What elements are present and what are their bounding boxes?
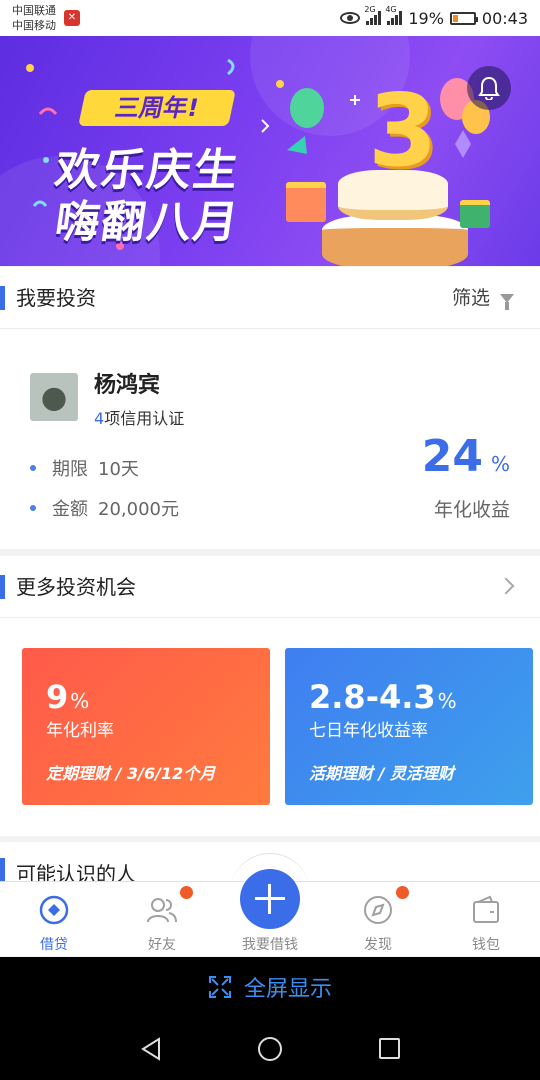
banner-headline-2: 嗨翻八月 bbox=[51, 197, 243, 248]
section-accent-bar bbox=[0, 858, 5, 882]
filter-label: 筛选 bbox=[451, 287, 490, 309]
clock: 00:43 bbox=[481, 8, 528, 28]
investment-card[interactable]: 杨鸿宾 4项信用认证 期限 10天 金额 20,000元 24% 年化收益 bbox=[0, 329, 540, 549]
cert-text: 项信用认证 bbox=[104, 409, 185, 428]
gift-box-icon bbox=[286, 182, 326, 222]
recent-apps-icon[interactable] bbox=[379, 1038, 400, 1059]
friends-icon bbox=[147, 898, 177, 923]
filter-icon bbox=[500, 293, 514, 310]
tab-wallet[interactable]: 钱包 bbox=[432, 882, 540, 957]
card-rate: 2.8-4.3% bbox=[309, 678, 457, 716]
amount-row: 金额 20,000元 bbox=[30, 495, 179, 521]
status-bar: 中国联通 中国移动 ✕ 2G 4G 19% 00:43 bbox=[0, 0, 540, 36]
promo-banner[interactable]: 3 三周年! 欢乐庆生 嗨翻八月 bbox=[0, 36, 540, 266]
tab-label: 借贷 bbox=[40, 937, 68, 953]
bullet-icon bbox=[30, 505, 36, 511]
amount-value: 20,000元 bbox=[98, 499, 179, 520]
rate-value: 24 bbox=[421, 431, 483, 482]
tab-discover[interactable]: 发现 bbox=[324, 882, 432, 957]
tab-label: 我要借钱 bbox=[242, 937, 298, 953]
section-accent-bar bbox=[0, 286, 5, 310]
back-icon[interactable] bbox=[140, 1037, 162, 1061]
carrier-info: 中国联通 中国移动 bbox=[12, 3, 56, 33]
opportunity-cards: 9% 年化利率 定期理财 / 3/6/12个月 2.8-4.3% 七日年化收益率… bbox=[0, 618, 540, 836]
fullscreen-button[interactable]: 全屏显示 bbox=[208, 957, 332, 1017]
bullet-icon bbox=[30, 465, 36, 471]
flexible-card[interactable]: 2.8-4.3% 七日年化收益率 活期理财 / 灵活理财 bbox=[285, 648, 533, 805]
notification-badge bbox=[180, 886, 193, 899]
annual-rate: 24% bbox=[422, 431, 510, 482]
tab-loan[interactable]: 借贷 bbox=[0, 882, 108, 957]
net-type-2g: 2G bbox=[364, 5, 376, 14]
card-rate-value: 2.8-4.3 bbox=[309, 678, 436, 716]
card-tags: 活期理财 / 灵活理财 bbox=[309, 764, 454, 783]
tab-label: 钱包 bbox=[472, 937, 500, 953]
notification-button[interactable] bbox=[467, 66, 511, 110]
battery-icon bbox=[449, 11, 478, 25]
bell-icon bbox=[478, 76, 500, 100]
balloon-green-icon bbox=[290, 88, 324, 128]
carrier-1: 中国联通 bbox=[12, 4, 56, 17]
term-row: 期限 10天 bbox=[30, 455, 139, 481]
birthday-cake-icon: 3 bbox=[318, 72, 468, 266]
battery-percent: 19% bbox=[408, 8, 444, 28]
fullscreen-icon bbox=[209, 976, 231, 998]
carrier-2: 中国移动 bbox=[12, 19, 56, 32]
term-label: 期限 bbox=[52, 459, 88, 480]
credit-certification: 4项信用认证 bbox=[94, 405, 184, 429]
notification-badge bbox=[396, 886, 409, 899]
tab-label: 好友 bbox=[148, 937, 176, 953]
net-type-4g: 4G bbox=[385, 5, 397, 14]
rate-label: 年化收益 bbox=[433, 499, 510, 521]
fullscreen-label: 全屏显示 bbox=[244, 977, 333, 1002]
carrier-badge-icon: ✕ bbox=[64, 10, 80, 26]
eye-comfort-icon bbox=[340, 12, 361, 24]
cake-number: 3 bbox=[368, 72, 438, 189]
chevron-right-icon bbox=[497, 577, 515, 595]
more-section-title: 更多投资机会 bbox=[16, 575, 136, 599]
section-accent-bar bbox=[0, 575, 5, 599]
invest-section-header: 我要投资 筛选 bbox=[0, 267, 540, 329]
app-screen: 中国联通 中国移动 ✕ 2G 4G 19% 00:43 3 三周年! 欢乐庆生 … bbox=[0, 0, 540, 1080]
signal-4g-icon: 4G bbox=[385, 5, 403, 25]
filter-button[interactable]: 筛选 bbox=[452, 267, 514, 329]
signal-2g-icon: 2G bbox=[364, 5, 382, 25]
investor-name: 杨鸿宾 bbox=[94, 373, 161, 398]
avatar[interactable] bbox=[30, 373, 78, 421]
cert-count: 4 bbox=[94, 409, 105, 428]
status-icons: 2G 4G 19% 00:43 bbox=[340, 0, 528, 36]
card-rate-unit: % bbox=[437, 689, 457, 713]
fixed-term-card[interactable]: 9% 年化利率 定期理财 / 3/6/12个月 bbox=[22, 648, 270, 805]
card-rate-unit: % bbox=[70, 689, 90, 713]
gift-box-small-icon bbox=[460, 200, 490, 228]
amount-label: 金额 bbox=[52, 499, 88, 520]
tab-friends[interactable]: 好友 bbox=[108, 882, 216, 957]
rate-unit: % bbox=[490, 452, 510, 476]
tab-label: 发现 bbox=[364, 937, 392, 953]
borrow-plus-button[interactable] bbox=[240, 869, 300, 929]
compass-icon bbox=[364, 896, 392, 924]
more-section-header[interactable]: 更多投资机会 bbox=[0, 556, 540, 618]
banner-tag: 三周年! bbox=[78, 90, 236, 126]
card-tags: 定期理财 / 3/6/12个月 bbox=[46, 764, 216, 783]
card-rate-value: 9 bbox=[46, 678, 69, 716]
card-rate: 9% bbox=[46, 678, 89, 716]
loan-icon bbox=[39, 895, 69, 925]
card-rate-label: 七日年化收益率 bbox=[309, 721, 428, 741]
term-value: 10天 bbox=[98, 459, 139, 480]
home-icon[interactable] bbox=[258, 1037, 282, 1061]
system-nav-bar bbox=[0, 1017, 540, 1080]
invest-section-title: 我要投资 bbox=[16, 286, 96, 310]
card-rate-label: 年化利率 bbox=[46, 721, 114, 741]
fullscreen-bar: 全屏显示 bbox=[0, 957, 540, 1017]
wallet-icon bbox=[473, 895, 499, 923]
